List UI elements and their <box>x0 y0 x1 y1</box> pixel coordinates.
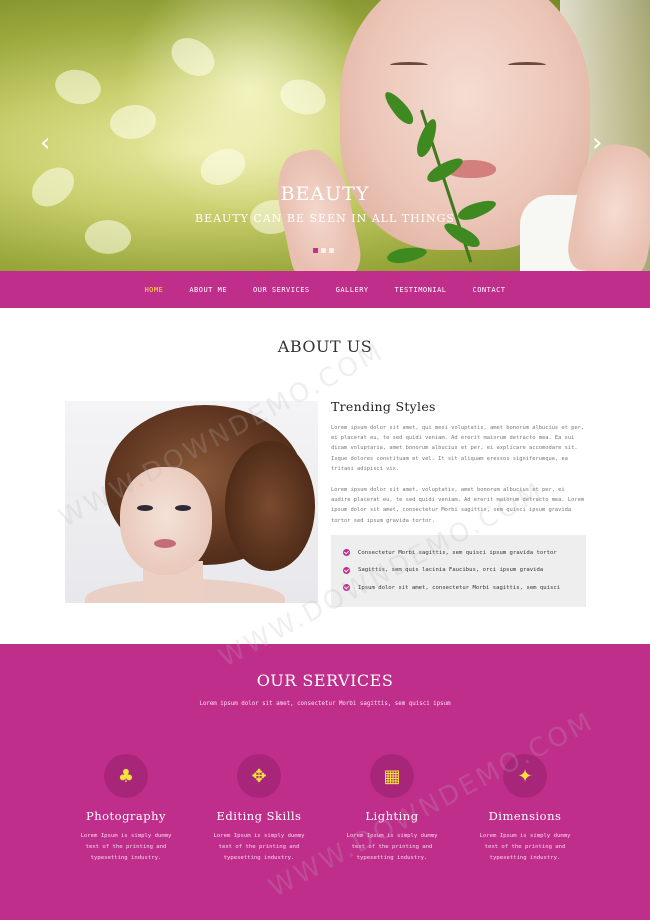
check-circle-icon <box>343 584 350 592</box>
hero-subtitle: BEAUTY CAN BE SEEN IN ALL THINGS <box>195 212 455 225</box>
service-description: Lorem Ipsum is simply dummy text of the … <box>80 833 172 861</box>
hero-slider: ‹ › BEAUTY BEAUTY CAN BE SEEN IN ALL THI… <box>0 0 650 271</box>
nav-item-gallery[interactable]: GALLERY <box>323 286 382 294</box>
about-heading: Trending Styles <box>331 399 436 414</box>
nav-item-home[interactable]: HOME <box>131 286 176 294</box>
hero-title: BEAUTY <box>280 183 370 205</box>
butterfly-shape <box>50 63 106 111</box>
service-card-photography: ♣ Photography Lorem Ipsum is simply dumm… <box>66 754 186 864</box>
model-hair-curl <box>225 441 315 571</box>
about-paragraph-2: Lorem ipsum dolor sit amet, voluptatis, … <box>331 487 585 524</box>
about-model-image <box>65 401 318 603</box>
slider-dot[interactable] <box>329 248 334 253</box>
nav-item-testimonial[interactable]: TESTIMONIAL <box>382 286 460 294</box>
model-eye <box>508 62 546 68</box>
services-section: OUR SERVICES Lorem ipsum dolor sit amet,… <box>0 644 650 920</box>
service-title: Lighting <box>365 809 419 823</box>
service-card-lighting: ▦ Lighting Lorem Ipsum is simply dummy t… <box>332 754 452 864</box>
plant-leaf <box>386 244 428 266</box>
service-description: Lorem Ipsum is simply dummy text of the … <box>479 833 571 861</box>
checklist-item-text: Ipsum dolor sit amet, consectetur Morbi … <box>358 584 561 591</box>
model-face <box>120 467 212 575</box>
tree-icon: ♣ <box>104 754 148 798</box>
service-description: Lorem Ipsum is simply dummy text of the … <box>346 833 438 861</box>
service-card-editing-skills: ✥ Editing Skills Lorem Ipsum is simply d… <box>199 754 319 864</box>
slider-next-arrow-icon[interactable]: › <box>592 128 602 158</box>
model-lips <box>154 539 176 548</box>
main-navigation: HOME ABOUT ME OUR SERVICES GALLERY TESTI… <box>0 271 650 308</box>
check-circle-icon <box>343 549 350 557</box>
service-title: Dimensions <box>488 809 562 823</box>
check-circle-icon <box>343 566 350 574</box>
model-eye <box>390 62 428 68</box>
building-icon: ▦ <box>370 754 414 798</box>
twitter-bird-icon: ✦ <box>503 754 547 798</box>
checklist-item: Sagittis, sem quis lacinia Faucibus, orc… <box>343 562 586 580</box>
about-text-block: Trending Styles Lorem ipsum dolor sit am… <box>331 399 587 526</box>
nav-item-contact[interactable]: CONTACT <box>460 286 519 294</box>
slider-dot[interactable] <box>321 248 326 253</box>
nav-item-our-services[interactable]: OUR SERVICES <box>240 286 323 294</box>
checklist-item-text: Sagittis, sem quis lacinia Faucibus, orc… <box>358 567 544 574</box>
services-subtitle: Lorem ipsum dolor sit amet, consectetur … <box>199 701 451 707</box>
about-section-title: ABOUT US <box>277 337 373 356</box>
services-title: OUR SERVICES <box>256 671 394 690</box>
checklist-item: Ipsum dolor sit amet, consectetur Morbi … <box>343 579 586 597</box>
service-title: Photography <box>85 809 167 823</box>
model-eye <box>175 505 191 511</box>
service-title: Editing Skills <box>216 809 302 823</box>
checklist-item: Consectetur Morbi sagittis, sem quisci i… <box>343 544 586 562</box>
slider-pagination <box>313 248 334 253</box>
slider-dot[interactable] <box>313 248 318 253</box>
about-paragraph-1: Lorem ipsum dolor sit amet, qui mesi vol… <box>331 425 585 472</box>
model-eye <box>137 505 153 511</box>
about-checklist: Consectetur Morbi sagittis, sem quisci i… <box>331 535 586 607</box>
service-card-dimensions: ✦ Dimensions Lorem Ipsum is simply dummy… <box>465 754 585 864</box>
nav-item-about-me[interactable]: ABOUT ME <box>176 286 240 294</box>
slider-prev-arrow-icon[interactable]: ‹ <box>40 128 50 158</box>
checklist-item-text: Consectetur Morbi sagittis, sem quisci i… <box>358 549 557 556</box>
crosshair-icon: ✥ <box>237 754 281 798</box>
service-description: Lorem Ipsum is simply dummy text of the … <box>213 833 305 861</box>
